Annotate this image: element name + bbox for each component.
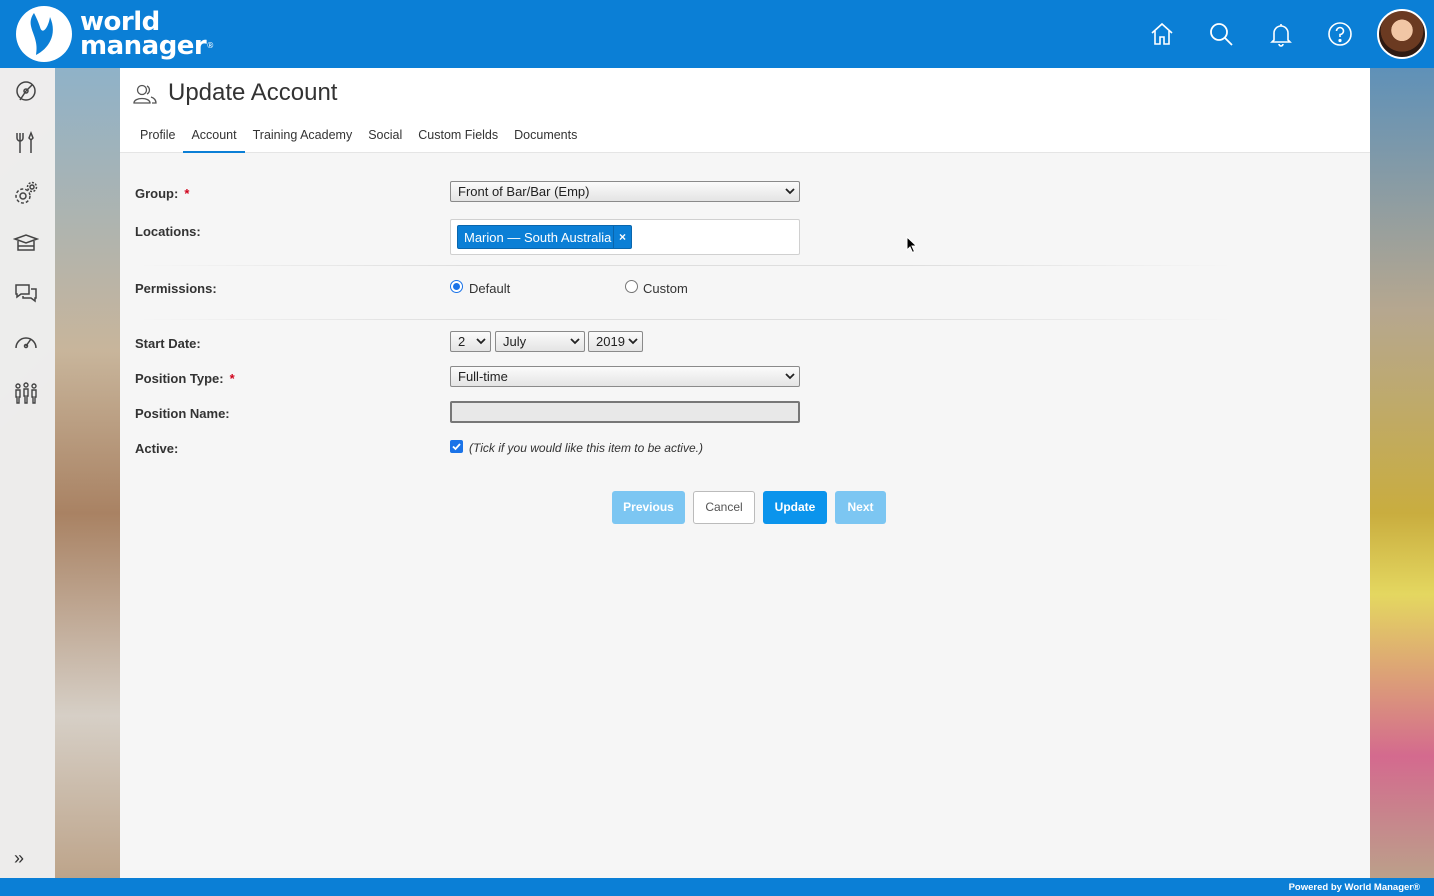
permissions-default-radio[interactable] (450, 280, 463, 293)
top-bar: world manager® (0, 0, 1434, 68)
tab-bar: Profile Account Training Academy Social … (132, 126, 585, 153)
start-date-month-value: July (503, 334, 527, 349)
tab-social[interactable]: Social (360, 126, 410, 153)
next-button[interactable]: Next (835, 491, 886, 524)
start-date-day-select[interactable]: 2 (450, 331, 491, 352)
previous-button[interactable]: Previous (612, 491, 685, 524)
tab-account[interactable]: Account (183, 126, 245, 153)
search-icon[interactable] (1207, 20, 1235, 48)
position-type-value: Full-time (458, 369, 508, 384)
group-select[interactable]: Front of Bar/Bar (Emp) (450, 181, 800, 202)
logo-line2: manager (80, 31, 207, 61)
start-date-year-select[interactable]: 2019 (588, 331, 643, 352)
active-checkbox[interactable] (450, 440, 463, 453)
training-icon[interactable] (11, 228, 41, 258)
position-name-label: Position Name: (135, 406, 230, 421)
mouse-cursor-icon (906, 236, 918, 254)
active-hint: (Tick if you would like this item to be … (469, 441, 703, 455)
locations-input[interactable]: Marion — South Australia × (450, 219, 800, 255)
tab-custom-fields[interactable]: Custom Fields (410, 126, 506, 153)
footer-text: Powered by World Manager® (1288, 882, 1420, 893)
user-avatar[interactable] (1377, 9, 1427, 59)
active-label: Active: (135, 441, 179, 456)
required-marker: * (229, 371, 235, 386)
checkmark-icon (452, 443, 461, 451)
panel-header: Update Account Profile Account Training … (120, 68, 1370, 153)
required-marker: * (184, 186, 190, 201)
location-tag-label: Marion — South Australia (464, 230, 612, 245)
users-icon (133, 84, 157, 104)
locations-label: Locations: (135, 224, 201, 239)
chevron-down-icon (476, 338, 486, 345)
world-manager-logo[interactable]: world manager® (14, 5, 234, 63)
remove-location-button[interactable]: × (613, 226, 631, 248)
chevron-down-icon (785, 188, 795, 195)
permissions-label: Permissions: (135, 281, 217, 296)
chevron-down-icon (785, 373, 795, 380)
start-date-label: Start Date: (135, 336, 201, 351)
bell-icon[interactable] (1267, 20, 1295, 48)
group-select-value: Front of Bar/Bar (Emp) (458, 184, 590, 199)
chat-icon[interactable] (11, 278, 41, 308)
chevron-down-icon (628, 338, 638, 345)
dashboard-icon[interactable] (11, 78, 41, 108)
permissions-default-label[interactable]: Default (469, 281, 510, 296)
home-icon[interactable] (1148, 20, 1176, 48)
position-type-select[interactable]: Full-time (450, 366, 800, 387)
divider (135, 319, 1235, 320)
logo-mark-icon (16, 6, 72, 62)
permissions-custom-radio[interactable] (625, 280, 638, 293)
background-image-right (1370, 68, 1434, 878)
logo-registered: ® (206, 41, 214, 50)
cancel-button[interactable]: Cancel (693, 491, 755, 524)
footer-bar: Powered by World Manager® (0, 878, 1434, 896)
page-title: Update Account (168, 79, 338, 106)
tab-documents[interactable]: Documents (506, 126, 585, 153)
help-icon[interactable] (1326, 20, 1354, 48)
expand-sidebar-icon[interactable]: » (14, 848, 24, 869)
tab-profile[interactable]: Profile (132, 126, 183, 153)
left-sidebar: » (0, 68, 55, 878)
tab-training-academy[interactable]: Training Academy (245, 126, 361, 153)
group-label: Group: * (135, 186, 190, 201)
position-name-input[interactable] (450, 401, 800, 423)
position-type-label: Position Type: * (135, 371, 235, 386)
location-tag: Marion — South Australia × (457, 225, 632, 249)
background-image-left (55, 68, 120, 878)
start-date-day-value: 2 (458, 334, 466, 349)
gauge-icon[interactable] (11, 328, 41, 358)
start-date-month-select[interactable]: July (495, 331, 585, 352)
update-button[interactable]: Update (763, 491, 827, 524)
chevron-down-icon (570, 338, 580, 345)
settings-icon[interactable] (11, 178, 41, 208)
logo-text: world manager® (80, 9, 214, 61)
people-icon[interactable] (11, 378, 41, 408)
start-date-year-value: 2019 (596, 334, 625, 349)
tools-icon[interactable] (11, 128, 41, 158)
permissions-custom-label[interactable]: Custom (643, 281, 688, 296)
divider (135, 265, 1235, 266)
